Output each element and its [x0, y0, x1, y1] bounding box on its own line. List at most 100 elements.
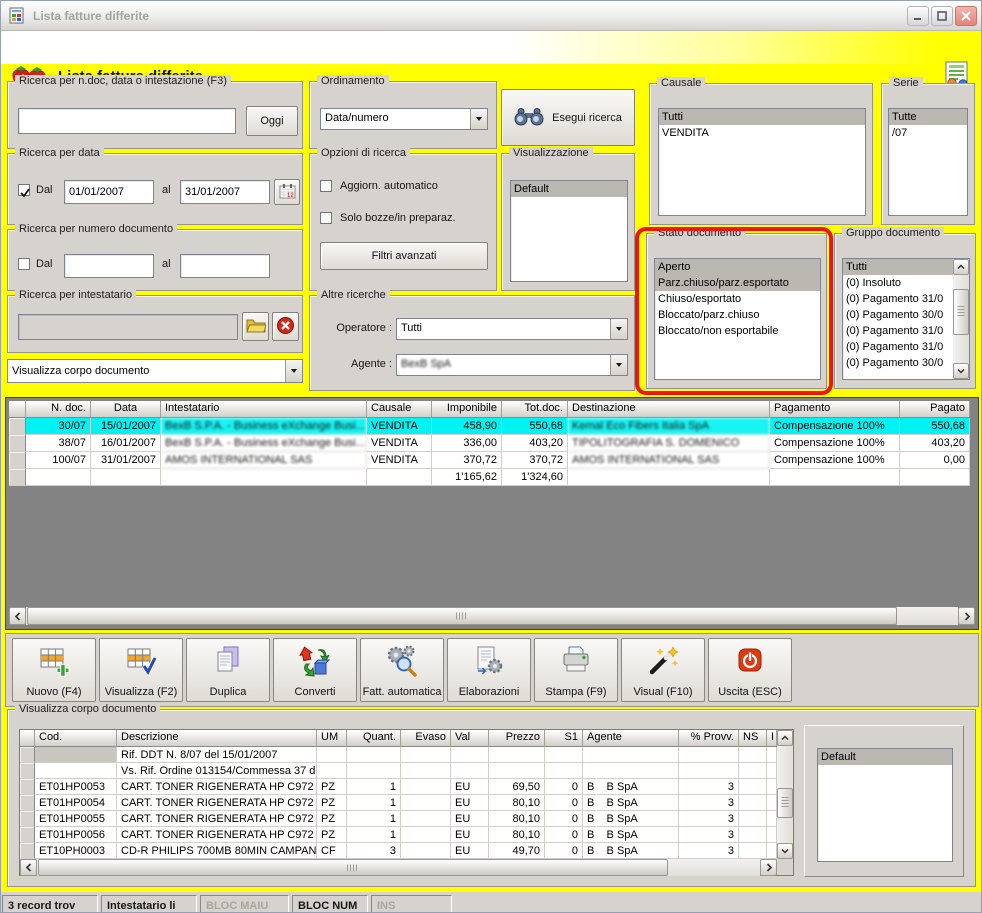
scroll-up-icon[interactable]: [777, 730, 793, 746]
scroll-thumb[interactable]: [38, 859, 668, 876]
aggiorn-checkbox[interactable]: [320, 180, 332, 192]
ordinamento-select[interactable]: Data/numero: [320, 108, 488, 130]
operatore-select[interactable]: Tutti: [396, 318, 628, 340]
search-doc-input[interactable]: [18, 108, 236, 134]
column-header[interactable]: Tot.doc.: [502, 401, 568, 418]
gruppo-listbox[interactable]: Tutti(0) Insoluto(0) Pagamento 31/0(0) P…: [842, 258, 970, 380]
detail-row[interactable]: Rif. DDT N. 8/07 del 15/01/2007: [20, 747, 777, 763]
date-to-input[interactable]: [180, 180, 270, 204]
chevron-down-icon[interactable]: [285, 360, 302, 382]
detail-row[interactable]: ET01HP0055CART. TONER RIGENERATA HP C972…: [20, 811, 777, 827]
numero-to-input[interactable]: [180, 254, 270, 278]
toolbar-button-elaborazioni[interactable]: Elaborazioni: [447, 638, 531, 702]
column-header[interactable]: I: [767, 730, 777, 747]
column-header[interactable]: % Provv.: [679, 730, 739, 747]
list-item[interactable]: Default: [511, 181, 627, 197]
column-header[interactable]: [20, 730, 35, 747]
detail-h-scrollbar[interactable]: [20, 859, 777, 876]
filtri-avanzati-button[interactable]: Filtri avanzati: [320, 242, 488, 270]
toolbar-button-converti[interactable]: Converti: [273, 638, 357, 702]
clear-button[interactable]: [272, 312, 299, 341]
list-item[interactable]: Aperto: [655, 259, 820, 275]
visualizzazione-listbox[interactable]: Default: [510, 180, 628, 282]
toolbar-button-duplica[interactable]: Duplica: [186, 638, 270, 702]
close-button[interactable]: [955, 6, 977, 26]
detail-row[interactable]: ET10PH0003CD-R PHILIPS 700MB 80MIN CAMPA…: [20, 843, 777, 859]
list-item[interactable]: (0) Pagamento 31/0: [843, 339, 953, 355]
bozze-checkbox[interactable]: [320, 212, 332, 224]
list-item[interactable]: Tutte: [889, 109, 967, 125]
detail-row[interactable]: ET01HP0054CART. TONER RIGENERATA HP C972…: [20, 795, 777, 811]
column-header[interactable]: Causale: [367, 401, 432, 418]
toolbar-button-stampa[interactable]: Stampa (F9): [534, 638, 618, 702]
results-h-scrollbar[interactable]: [9, 607, 975, 625]
list-item[interactable]: (0) Insoluto: [843, 275, 953, 291]
scroll-thumb[interactable]: [27, 607, 897, 625]
numero-dal-checkbox[interactable]: [18, 258, 30, 270]
scroll-left-icon[interactable]: [20, 859, 37, 876]
list-item[interactable]: Chiuso/esportato: [655, 291, 820, 307]
list-item[interactable]: (0) Pagamento 31/0: [843, 291, 953, 307]
detail-v-scrollbar[interactable]: [777, 730, 793, 859]
detail-row[interactable]: ET01HP0056CART. TONER RIGENERATA HP C972…: [20, 827, 777, 843]
toolbar-button-uscita[interactable]: Uscita (ESC): [708, 638, 792, 702]
list-item[interactable]: Bloccato/non esportabile: [655, 323, 820, 339]
serie-listbox[interactable]: Tutte/07: [888, 108, 968, 216]
list-item[interactable]: (0) Pagamento 30/0: [843, 355, 953, 371]
numero-from-input[interactable]: [64, 254, 154, 278]
column-header[interactable]: Data: [91, 401, 161, 418]
table-row[interactable]: 1'165,621'324,60: [9, 469, 970, 486]
scroll-thumb[interactable]: [953, 289, 969, 335]
dal-checkbox-checked[interactable]: [18, 184, 30, 196]
list-item[interactable]: (0) Pagamento 31/0: [843, 323, 953, 339]
browse-button[interactable]: [242, 312, 269, 341]
list-item[interactable]: Bloccato/parz.chiuso: [655, 307, 820, 323]
stato-listbox[interactable]: ApertoParz.chiuso/parz.esportatoChiuso/e…: [654, 258, 821, 380]
column-header[interactable]: Cod.: [35, 730, 117, 747]
list-item[interactable]: (0) Pagamento 30/0: [843, 307, 953, 323]
column-header[interactable]: Intestatario: [161, 401, 367, 418]
minimize-button[interactable]: [907, 6, 929, 26]
column-header[interactable]: Pagato: [900, 401, 970, 418]
column-header[interactable]: Agente: [583, 730, 679, 747]
table-row[interactable]: 38/0716/01/2007BexB S.P.A. - Business eX…: [9, 435, 970, 452]
list-item[interactable]: VENDITA: [659, 125, 865, 141]
maximize-button[interactable]: [931, 6, 953, 26]
chevron-down-icon[interactable]: [610, 355, 627, 375]
scroll-left-icon[interactable]: [9, 607, 26, 625]
column-header[interactable]: Prezzo: [489, 730, 545, 747]
list-item[interactable]: /07: [889, 125, 967, 141]
list-item[interactable]: Parz.chiuso/parz.esportato: [655, 275, 820, 291]
scroll-right-icon[interactable]: [760, 859, 777, 876]
column-header[interactable]: Val: [451, 730, 489, 747]
scroll-down-icon[interactable]: [777, 843, 793, 859]
toolbar-button-visualizza[interactable]: Visualizza (F2): [99, 638, 183, 702]
scroll-thumb[interactable]: [777, 788, 793, 818]
toolbar-button-fatt-automatica[interactable]: Fatt. automatica: [360, 638, 444, 702]
detail-row[interactable]: Vs. Rif. Ordine 013154/Commessa 37 de: [20, 763, 777, 779]
detail-row[interactable]: ET01HP0053CART. TONER RIGENERATA HP C972…: [20, 779, 777, 795]
column-header[interactable]: Imponibile: [432, 401, 502, 418]
chevron-down-icon[interactable]: [610, 319, 627, 339]
column-header[interactable]: Destinazione: [568, 401, 770, 418]
toolbar-button-nuovo[interactable]: Nuovo (F4): [12, 638, 96, 702]
column-header[interactable]: Pagamento: [770, 401, 900, 418]
toolbar-button-visual[interactable]: Visual (F10): [621, 638, 705, 702]
list-item[interactable]: Tutti: [659, 109, 865, 125]
intestatario-input[interactable]: [18, 314, 238, 340]
date-from-input[interactable]: [64, 180, 154, 204]
table-row[interactable]: 30/0715/01/2007BexB S.P.A. - Business eX…: [9, 418, 970, 435]
causale-listbox[interactable]: TuttiVENDITA: [658, 108, 866, 216]
agente-select[interactable]: BexB SpA: [396, 354, 628, 376]
scroll-up-icon[interactable]: [953, 259, 969, 275]
table-row[interactable]: 100/0731/01/2007AMOS INTERNATIONAL SASVE…: [9, 452, 970, 469]
oggi-button[interactable]: Oggi: [246, 106, 298, 136]
gruppo-scrollbar[interactable]: [953, 259, 969, 379]
esegui-ricerca-button[interactable]: Esegui ricerca: [501, 89, 635, 146]
scroll-down-icon[interactable]: [953, 363, 969, 379]
column-header[interactable]: [9, 401, 26, 418]
corpo-documento-select[interactable]: Visualizza corpo documento: [7, 359, 303, 383]
column-header[interactable]: UM: [317, 730, 347, 747]
column-header[interactable]: Descrizione: [117, 730, 317, 747]
column-header[interactable]: N. doc.: [26, 401, 91, 418]
